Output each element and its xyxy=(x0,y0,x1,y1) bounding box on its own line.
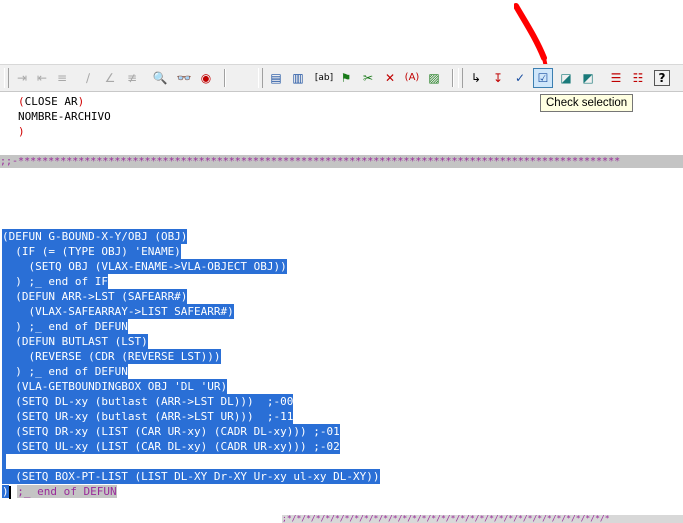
selected-code-line: (SETQ DL-xy (butlast (ARR->LST DL))) ;-0… xyxy=(2,394,294,409)
toolbar-separator-2 xyxy=(452,69,453,87)
top-margin xyxy=(0,0,683,64)
selected-code-line: (SETQ UR-xy (butlast (ARR->LST UR))) ;-1… xyxy=(2,409,294,424)
selected-code-line: (DEFUN G-BOUND-X-Y/OBJ (OBJ) xyxy=(2,229,188,244)
selected-code-line: ) ;_ end of DEFUN xyxy=(2,319,128,334)
load-selection-icon[interactable]: ▤ xyxy=(266,68,286,88)
selected-code-line: (SETQ DR-xy (LIST (CAR UR-xy) (CADR DL-x… xyxy=(2,424,340,439)
inspect-icon[interactable]: ✕ xyxy=(380,68,400,88)
toolbar-grip[interactable] xyxy=(4,68,9,88)
breakpoint-icon[interactable]: ◉ xyxy=(196,68,216,88)
load-file-icon[interactable]: ▥ xyxy=(288,68,308,88)
apropos-icon[interactable]: ✂ xyxy=(358,68,378,88)
help-icon[interactable]: ? xyxy=(654,70,670,86)
bottom-comment-separator: ;*/*/*/*/*/*/*/*/*/*/*/*/*/*/*/*/*/*/*/*… xyxy=(282,515,683,523)
code-line-nombre: NOMBRE-ARCHIVO xyxy=(18,110,111,123)
selected-code-line: (IF (= (TYPE OBJ) 'ENAME) xyxy=(2,244,181,259)
selected-code-line: ) ;_ end of DEFUN xyxy=(2,364,128,379)
list2-icon[interactable]: ☷ xyxy=(628,68,648,88)
code-line-close: (CLOSE AR) xyxy=(18,95,85,108)
text-box-icon[interactable]: [ab] xyxy=(314,68,334,88)
check-text-icon[interactable]: ↳ xyxy=(466,68,486,88)
selected-code-line: (DEFUN BUTLAST (LST) xyxy=(2,334,148,349)
find-icon[interactable]: 🔍 xyxy=(150,68,170,88)
toolbar: ⇥ ⇤ ≡ ∕ ∠ ≢ 🔍 👓 ◉ ▤ ▥ [ab] ⚑ ✂ ✕ (A) ▨ ↳… xyxy=(0,64,683,92)
selected-code-line: ) ;_ end of IF xyxy=(2,274,108,289)
watch-icon[interactable]: 👓 xyxy=(174,68,194,88)
atom-icon[interactable]: (A) xyxy=(402,68,422,88)
indent-icon[interactable]: ⇥ xyxy=(12,68,32,88)
selected-code-line: (VLAX-SAFEARRAY->LIST SAFEARR#) xyxy=(2,304,234,319)
comment-icon[interactable]: ≡ xyxy=(52,68,72,88)
text-caret xyxy=(8,485,11,499)
code-line-paren: ) xyxy=(18,125,25,138)
selected-code-line: (SETQ OBJ (VLAX-ENAME->VLA-OBJECT OBJ)) xyxy=(2,259,287,274)
check-doc-icon[interactable]: ◪ xyxy=(556,68,576,88)
toolbar-separator xyxy=(224,69,225,87)
red-annotation-arrow xyxy=(514,3,549,74)
format-icon[interactable]: ⚑ xyxy=(336,68,356,88)
selected-code-line: (VLA-GETBOUNDINGBOX OBJ 'DL 'UR) xyxy=(2,379,228,394)
list-icon[interactable]: ☰ xyxy=(606,68,626,88)
toolbar-grip-3[interactable] xyxy=(458,68,463,88)
check-red-icon[interactable]: ↧ xyxy=(488,68,508,88)
check-selection-icon[interactable]: ☑ xyxy=(533,68,553,88)
slash-left-icon[interactable]: ∠ xyxy=(100,68,120,88)
check-doc2-icon[interactable]: ◩ xyxy=(578,68,598,88)
slash-icon[interactable]: ∕ xyxy=(78,68,98,88)
selected-code-line: (REVERSE (CDR (REVERSE LST))) xyxy=(2,349,221,364)
selected-code-line: (DEFUN ARR->LST (SAFEARR#) xyxy=(2,289,188,304)
code-editor[interactable]: (CLOSE AR) NOMBRE-ARCHIVO ) ;;-*********… xyxy=(0,92,683,523)
chart-icon[interactable]: ▨ xyxy=(424,68,444,88)
selected-code-line: (SETQ BOX-PT-LIST (LIST DL-XY Dr-XY Ur-x… xyxy=(2,469,380,484)
uncomment-icon[interactable]: ≢ xyxy=(122,68,142,88)
code-line-end-defun: ) ;_ end of DEFUN xyxy=(2,485,117,499)
unindent-icon[interactable]: ⇤ xyxy=(32,68,52,88)
selected-blank-line xyxy=(2,454,6,469)
toolbar-grip-2[interactable] xyxy=(258,68,263,88)
check-blue-icon[interactable]: ✓ xyxy=(510,68,530,88)
selected-code-line: (SETQ UL-xy (LIST (CAR DL-xy) (CADR UR-x… xyxy=(2,439,340,454)
comment-separator: ;;-*************************************… xyxy=(0,155,683,168)
